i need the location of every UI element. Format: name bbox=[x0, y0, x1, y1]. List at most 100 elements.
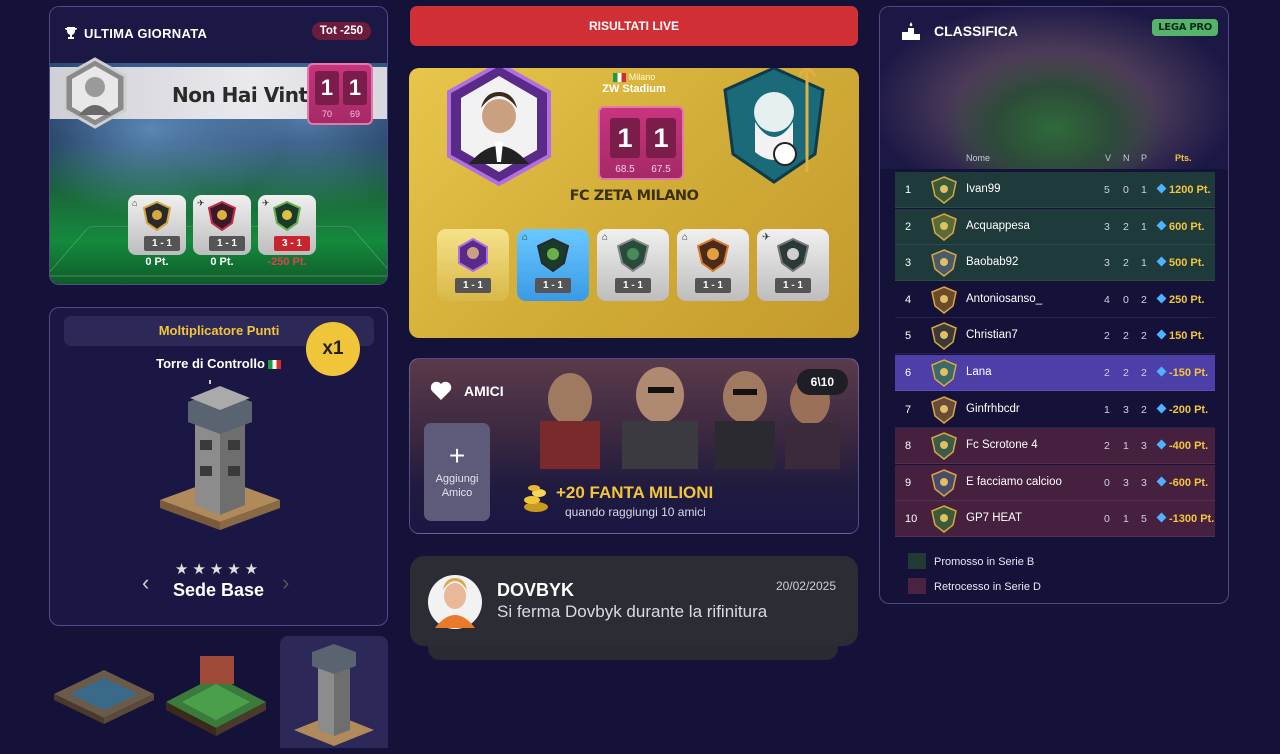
add-friend-label-2: Amico bbox=[441, 487, 473, 499]
standings-title: CLASSIFICA bbox=[934, 23, 1018, 39]
team-crest-icon bbox=[208, 201, 236, 231]
last-sub-home: 70 bbox=[321, 109, 332, 119]
base-thumb-pool[interactable] bbox=[50, 636, 158, 748]
last-score-away: 1 bbox=[343, 71, 367, 105]
friends-background-image bbox=[540, 367, 840, 469]
row-position: 10 bbox=[905, 513, 918, 526]
player-avatar[interactable] bbox=[443, 68, 555, 188]
standings-row[interactable]: 1 Ivan99 5 0 1 1200 Pt. bbox=[895, 172, 1215, 208]
gem-icon bbox=[1156, 220, 1167, 231]
ultima-giornata-panel: ULTIMA GIORNATA Tot -250 Non Hai Vinto 1… bbox=[49, 6, 388, 285]
row-points-value: 500 Pt. bbox=[1169, 257, 1205, 270]
standings-row[interactable]: 2 Acquappesa 3 2 1 600 Pt. bbox=[895, 208, 1215, 245]
building-name: Torre di Controllo bbox=[156, 356, 265, 371]
standings-row[interactable]: 6 Lana 2 2 2 -150 Pt. bbox=[895, 355, 1215, 391]
fixture-result: 1 - 1 bbox=[455, 278, 491, 293]
podium-icon bbox=[902, 22, 920, 40]
live-sub-away: 67.5 bbox=[651, 164, 671, 175]
last-match-chip-3[interactable]: ✈ 3 - 1 bbox=[258, 195, 316, 255]
friends-count-badge: 6\10 bbox=[796, 369, 848, 395]
row-team-name: Christian7 bbox=[966, 329, 1018, 342]
row-wins: 2 bbox=[1104, 367, 1110, 379]
row-wins: 3 bbox=[1104, 220, 1110, 233]
multiplier-badge: x1 bbox=[306, 322, 360, 376]
coins-icon bbox=[524, 485, 548, 512]
add-friend-button[interactable]: + Aggiungi Amico bbox=[424, 423, 490, 521]
row-team-name: Fc Scrotone 4 bbox=[966, 439, 1038, 452]
row-team-name: E facciamo calcioo bbox=[966, 475, 1062, 488]
news-headline: Si ferma Dovbyk durante la rifinitura bbox=[497, 602, 768, 621]
base-thumb-tower-selected[interactable] bbox=[280, 636, 388, 748]
fixture-chip-3[interactable]: ⌂ 1 - 1 bbox=[597, 229, 669, 301]
row-team-name: Lana bbox=[966, 366, 992, 378]
row-team-name: GP7 HEAT bbox=[966, 512, 1023, 525]
home-icon: ⌂ bbox=[132, 198, 138, 208]
team-crest-icon bbox=[617, 238, 649, 272]
standings-row[interactable]: 10 GP7 HEAT 0 1 5 -1300 Pt. bbox=[895, 501, 1215, 538]
last-match-chip-2[interactable]: ✈ 1 - 1 bbox=[193, 195, 251, 255]
standings-row[interactable]: 9E facciamo calcioo 0 3 3 -600 Pt. bbox=[895, 464, 1215, 501]
row-wins: 3 bbox=[1104, 257, 1110, 270]
fixture-chip-5[interactable]: ✈ 1 - 1 bbox=[757, 229, 829, 301]
fixture-chip-1[interactable]: 1 - 1 bbox=[437, 229, 509, 301]
row-losses: 1 bbox=[1141, 184, 1147, 196]
reward-subtitle: quando raggiungi 10 amici bbox=[565, 505, 706, 519]
player-avatar bbox=[428, 575, 482, 629]
opponent-crest-poseidon[interactable] bbox=[715, 68, 833, 186]
live-results-button[interactable]: RISULTATI LIVE bbox=[410, 6, 858, 46]
base-thumb-stadium[interactable] bbox=[162, 636, 270, 748]
row-losses: 2 bbox=[1141, 293, 1147, 306]
row-points: -1300 Pt. bbox=[1156, 512, 1215, 526]
standings-row[interactable]: 3 Baobab92 3 2 1 500 Pt. bbox=[895, 245, 1215, 282]
legend-releg-label: Retrocesso in Serie D bbox=[934, 581, 1041, 593]
team-crest-icon bbox=[931, 432, 957, 461]
opponent-name: Non Hai Vinto bbox=[172, 83, 321, 107]
standings-row[interactable]: 4 Antoniosanso_ 4 0 2 250 Pt. bbox=[895, 281, 1215, 318]
row-position: 2 bbox=[905, 220, 912, 233]
row-points-value: 1200 Pt. bbox=[1169, 184, 1211, 196]
ultima-giornata-title: ULTIMA GIORNATA bbox=[84, 26, 208, 41]
row-losses: 1 bbox=[1141, 257, 1147, 270]
fixture-chip-2[interactable]: ⌂ 1 - 1 bbox=[517, 229, 589, 301]
row-points-value: -1300 Pt. bbox=[1169, 513, 1215, 526]
standings-row[interactable]: 7 Ginfrhbcdr 1 3 2 -200 Pt. bbox=[895, 391, 1215, 428]
control-tower-thumb bbox=[294, 644, 374, 746]
row-wins: 0 bbox=[1104, 476, 1110, 489]
fixture-result: 1 - 1 bbox=[615, 278, 651, 293]
news-card[interactable]: DOVBYK 20/02/2025 Si ferma Dovbyk durant… bbox=[410, 556, 858, 646]
current-match-card[interactable]: Milano ZW Stadium 1 1 68.5 67.5 FC ZETA … bbox=[409, 68, 859, 338]
row-wins: 2 bbox=[1104, 330, 1110, 343]
plane-icon: ✈ bbox=[262, 198, 270, 208]
row-draws: 3 bbox=[1123, 403, 1129, 416]
legend-promo-label: Promosso in Serie B bbox=[934, 556, 1035, 568]
row-position: 1 bbox=[905, 184, 912, 196]
fixture-chip-4[interactable]: ⌂ 1 - 1 bbox=[677, 229, 749, 301]
row-team-name: Ivan99 bbox=[966, 183, 1001, 195]
legend-promo-swatch bbox=[908, 553, 926, 569]
col-header-name: Nome bbox=[966, 153, 991, 163]
standings-row[interactable]: 8 Fc Scrotone 4 2 1 3 -400 Pt. bbox=[895, 428, 1215, 465]
ultima-giornata-header: ULTIMA GIORNATA Tot -250 bbox=[50, 7, 387, 63]
team-crest-icon bbox=[931, 359, 957, 387]
italy-flag-icon bbox=[267, 360, 281, 370]
match-points: 0 Pt. bbox=[210, 256, 234, 268]
row-team-name: Ginfrhbcdr bbox=[966, 402, 1020, 415]
opponent-avatar[interactable] bbox=[62, 57, 128, 129]
row-draws: 1 bbox=[1123, 513, 1129, 526]
row-points-value: -600 Pt. bbox=[1169, 476, 1209, 489]
col-header-v: V bbox=[1105, 153, 1112, 163]
row-points: -150 Pt. bbox=[1156, 366, 1208, 379]
row-draws: 2 bbox=[1123, 257, 1129, 270]
last-score-box: 1 1 70 69 bbox=[307, 63, 373, 125]
plane-icon: ✈ bbox=[197, 198, 205, 208]
row-points: -400 Pt. bbox=[1156, 439, 1208, 452]
team-crest-icon bbox=[931, 212, 957, 241]
team-crest-icon bbox=[931, 285, 957, 314]
team-crest-icon bbox=[931, 176, 957, 204]
last-match-chip-1[interactable]: ⌂ 1 - 1 bbox=[128, 195, 186, 255]
reward-title: +20 FANTA MILIONI bbox=[556, 483, 714, 502]
standings-panel: CLASSIFICA LEGA PRO Nome V N P Pts. 1 Iva… bbox=[879, 6, 1229, 604]
col-header-p: P bbox=[1141, 153, 1148, 163]
standings-row[interactable]: 5 Christian7 2 2 2 150 Pt. bbox=[895, 318, 1215, 355]
row-draws: 3 bbox=[1123, 476, 1129, 489]
